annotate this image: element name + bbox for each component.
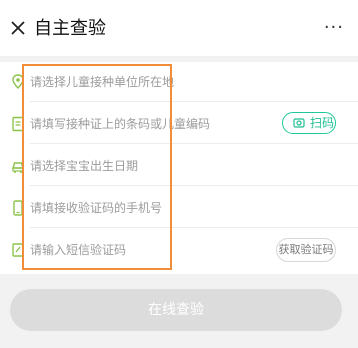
scan-button-label: 扫码 — [310, 116, 335, 130]
phone-field[interactable]: 请填接收验证码的手机号 — [0, 188, 358, 228]
phone-field-placeholder: 请填接收验证码的手机号 — [30, 201, 163, 215]
sms-code-field[interactable]: 请输入短信验证码 获取验证码 — [0, 230, 358, 270]
edit-icon — [12, 243, 24, 257]
header-bar: 自主查验 ··· — [0, 0, 358, 56]
location-field-placeholder: 请选择儿童接种单位所在地 — [30, 75, 175, 89]
divider — [30, 143, 358, 144]
barcode-field[interactable]: 请填写接种证上的条码或儿童编码 扫码 — [0, 104, 358, 144]
birthdate-field[interactable]: 请选择宝宝出生日期 — [0, 146, 358, 186]
submit-button[interactable]: 在线查验 — [10, 289, 342, 331]
document-icon — [12, 116, 24, 132]
close-icon[interactable] — [10, 20, 26, 36]
camera-icon — [293, 118, 305, 128]
location-pin-icon — [12, 74, 24, 89]
phone-icon — [13, 200, 23, 216]
page-title: 自主查验 — [34, 18, 106, 39]
divider — [30, 101, 358, 102]
get-code-button[interactable]: 获取验证码 — [276, 238, 336, 262]
baby-car-icon — [12, 162, 24, 173]
more-menu-button[interactable]: ··· — [324, 18, 344, 38]
sms-code-field-placeholder: 请输入短信验证码 — [30, 243, 127, 257]
location-field[interactable]: 请选择儿童接种单位所在地 — [0, 62, 358, 102]
scan-button[interactable]: 扫码 — [282, 112, 336, 134]
divider — [30, 227, 358, 228]
divider — [30, 185, 358, 186]
verification-form: 请选择儿童接种单位所在地 请填写接种证上的条码或儿童编码 扫码 请选择宝宝出生日… — [0, 62, 358, 274]
barcode-field-placeholder: 请填写接种证上的条码或儿童编码 — [30, 117, 211, 131]
birthdate-field-placeholder: 请选择宝宝出生日期 — [30, 159, 139, 173]
